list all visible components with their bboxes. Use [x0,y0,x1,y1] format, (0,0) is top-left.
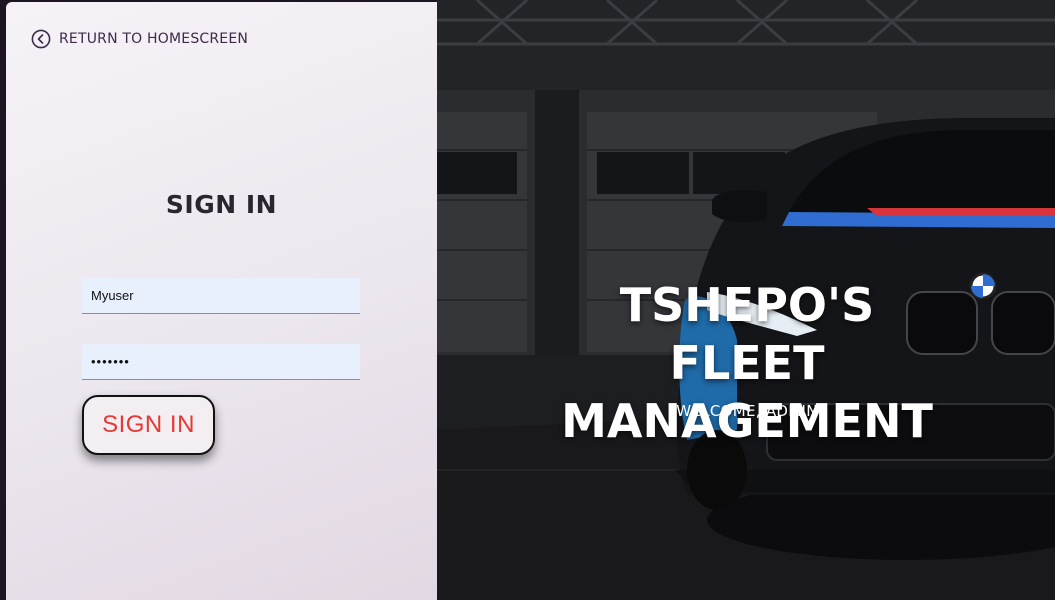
sign-in-button[interactable]: SIGN IN [82,395,215,455]
page-title: SIGN IN [165,190,278,219]
hero-panel: TSHEPO'S FLEET MANAGEMENT WELCOME, ADMIN [437,0,1055,600]
bmw-logo-icon [969,272,997,300]
hero-subtitle: WELCOME, ADMIN [676,402,818,420]
login-panel: RETURN TO HOMESCREEN SIGN IN SIGN IN [6,2,437,600]
app-window: RETURN TO HOMESCREEN SIGN IN SIGN IN [0,0,1055,600]
return-to-homescreen-link[interactable]: RETURN TO HOMESCREEN [31,29,248,49]
hero-title: TSHEPO'S FLEET MANAGEMENT [561,278,933,448]
password-input[interactable] [82,344,360,380]
chevron-left-circle-icon [31,29,51,49]
return-link-label: RETURN TO HOMESCREEN [59,31,249,47]
username-input[interactable] [82,278,360,314]
